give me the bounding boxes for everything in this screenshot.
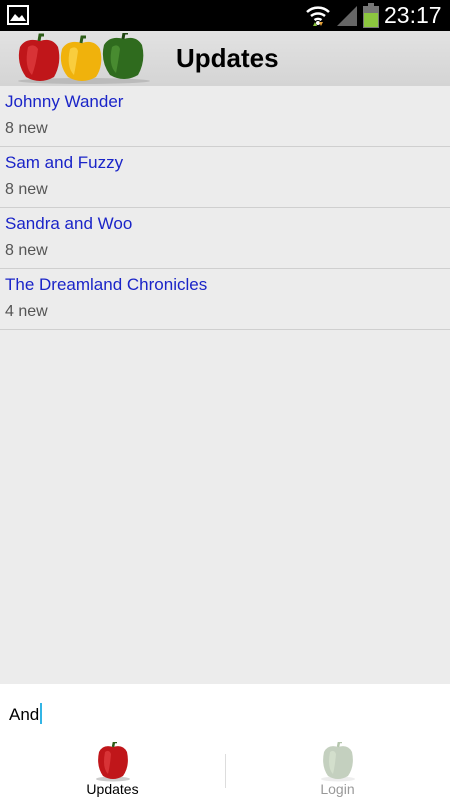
bottom-panel: And Updates Login — [0, 684, 450, 800]
battery-icon — [363, 3, 379, 28]
list-item[interactable]: Sam and Fuzzy 8 new — [0, 147, 450, 208]
comic-title[interactable]: Sam and Fuzzy — [5, 153, 123, 173]
new-count: 4 new — [5, 303, 48, 320]
wifi-icon — [306, 6, 330, 26]
tab-updates[interactable]: Updates — [0, 740, 225, 800]
comic-title[interactable]: The Dreamland Chronicles — [5, 275, 207, 295]
comic-title[interactable]: Johnny Wander — [5, 92, 123, 112]
list-item[interactable]: Sandra and Woo 8 new — [0, 208, 450, 269]
input-value: And — [9, 705, 40, 724]
list-item[interactable]: The Dreamland Chronicles 4 new — [0, 269, 450, 330]
faded-pepper-icon — [320, 742, 355, 782]
new-count: 8 new — [5, 181, 48, 198]
updates-list: Johnny Wander 8 new Sam and Fuzzy 8 new … — [0, 86, 450, 330]
text-caret — [40, 703, 43, 724]
new-count: 8 new — [5, 120, 48, 137]
tab-login[interactable]: Login — [225, 740, 450, 800]
signal-icon — [337, 6, 357, 26]
peppers-logo[interactable] — [12, 33, 152, 85]
status-bar: 23:17 — [0, 0, 450, 31]
page-title: Updates — [176, 43, 279, 73]
text-input[interactable]: And — [9, 703, 43, 725]
list-item[interactable]: Johnny Wander 8 new — [0, 86, 450, 147]
tab-label: Updates — [86, 781, 139, 797]
comic-title[interactable]: Sandra and Woo — [5, 214, 132, 234]
action-bar: Updates — [0, 31, 450, 86]
gallery-icon — [7, 5, 29, 25]
tab-label: Login — [320, 781, 355, 797]
red-pepper-icon — [95, 742, 130, 782]
clock: 23:17 — [384, 2, 442, 28]
new-count: 8 new — [5, 242, 48, 259]
